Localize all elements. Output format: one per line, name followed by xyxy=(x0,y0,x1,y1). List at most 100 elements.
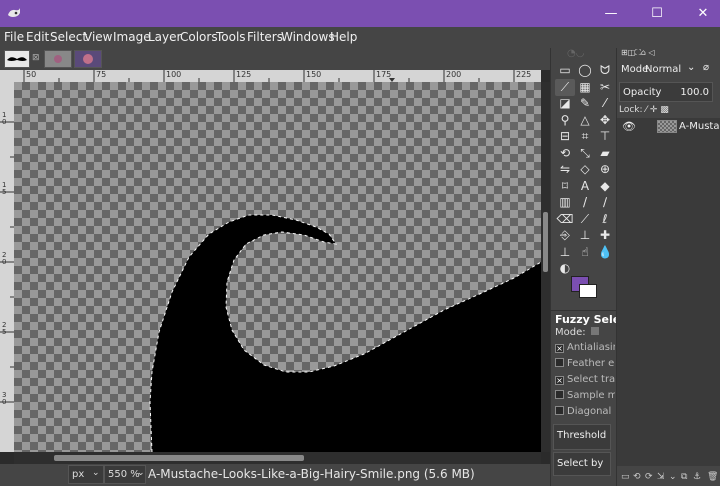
zoom-select[interactable]: 550 % ⌄ xyxy=(104,465,146,484)
menu-layer[interactable]: Layer xyxy=(148,30,181,44)
close-button[interactable]: ✕ xyxy=(680,0,720,27)
select-transparent-option[interactable]: ×Select transparent xyxy=(555,374,615,389)
lock-position-icon[interactable]: ✛ xyxy=(650,105,658,115)
menu-file[interactable]: File xyxy=(4,30,24,44)
diagonal-label: Diagonal neighbors xyxy=(567,406,615,417)
menu-colors[interactable]: Colors xyxy=(180,30,218,44)
threshold-field[interactable]: Threshold xyxy=(553,424,611,450)
menu-image[interactable]: Image xyxy=(113,30,151,44)
blur-tool-icon[interactable]: 💧 xyxy=(595,244,615,261)
bucket-fill-tool-icon[interactable]: ◆ xyxy=(595,178,615,195)
fuzzy-select-tool-icon[interactable]: ⟋ xyxy=(555,78,575,96)
close-tab-icon[interactable]: ⊠ xyxy=(32,53,40,63)
image-tabs: ⊠ xyxy=(0,48,550,70)
select-by-field[interactable]: Select by xyxy=(553,452,611,476)
text-tool-icon[interactable]: A xyxy=(575,178,595,195)
lock-pixels-icon[interactable]: ⁄ xyxy=(645,105,647,115)
antialiasing-option[interactable]: ×Antialiasing xyxy=(555,342,615,357)
unit-select[interactable]: px ⌄ xyxy=(68,465,104,484)
pencil-tool-icon[interactable]: / xyxy=(575,194,595,211)
vertical-scrollbar[interactable] xyxy=(541,82,550,452)
maximize-button[interactable]: ☐ xyxy=(634,0,680,27)
paths-tool-icon[interactable]: ✎ xyxy=(575,95,595,112)
eye-icon[interactable]: 👁 xyxy=(622,120,636,133)
mode-replace-icon[interactable] xyxy=(590,327,599,335)
free-select-tool-icon[interactable]: ᗢ xyxy=(595,62,615,79)
export-icon[interactable]: ⇲ xyxy=(657,472,665,482)
select-transparent-label: Select transparent xyxy=(567,374,615,385)
ellipse-select-tool-icon[interactable]: ◯ xyxy=(575,62,595,79)
undo-icon[interactable]: ⟲ xyxy=(633,472,641,482)
mustache-thumbnail-icon xyxy=(7,57,27,61)
diagonal-option[interactable]: Diagonal neighbors xyxy=(555,406,615,421)
zoom-tool-icon[interactable]: ⚲ xyxy=(555,112,575,129)
reset-mode-icon[interactable]: ⌀ xyxy=(703,62,709,73)
image-canvas[interactable] xyxy=(14,82,541,452)
status-filename: A-Mustache-Looks-Like-a-Big-Hairy-Smile.… xyxy=(148,467,475,481)
layer-row[interactable]: 👁 A-Mustache xyxy=(617,118,720,136)
dock-tabs[interactable]: ⊞◫⛶⌂ ◁ xyxy=(617,48,720,60)
ink-tool-icon[interactable]: ℓ xyxy=(595,211,615,228)
new-layer-icon[interactable]: ▭ xyxy=(621,472,630,482)
smudge-tool-icon[interactable]: ☝ xyxy=(575,244,595,261)
lock-row: Lock: ⁄ ✛ ▩ xyxy=(619,105,719,117)
scale-tool-icon[interactable]: ⤡ xyxy=(575,145,595,162)
shear-tool-icon[interactable]: ▰ xyxy=(595,145,615,162)
chevron-down-icon[interactable]: ⌄ xyxy=(669,472,677,482)
mode-row: Mode: xyxy=(555,327,615,342)
perspective-clone-tool-icon[interactable]: ⊥ xyxy=(555,244,575,261)
ruler-label: 125 xyxy=(236,70,252,79)
cage-tool-icon[interactable]: ⌑ xyxy=(555,178,575,195)
checkbox-icon xyxy=(555,358,564,367)
unit-value: px xyxy=(72,469,85,480)
align-tool-icon[interactable]: ⊟ xyxy=(555,128,575,145)
opacity-field[interactable]: Opacity 100.0 xyxy=(619,82,713,102)
duplicate-icon[interactable]: ⧉ xyxy=(681,472,687,482)
color-select-tool-icon[interactable]: ▦ xyxy=(575,79,595,96)
rotate-tool-icon[interactable]: ⟲ xyxy=(555,145,575,162)
checkbox-icon: × xyxy=(555,376,564,385)
warp-tool-icon[interactable]: ⊕ xyxy=(595,161,615,178)
foreground-select-tool-icon[interactable]: ◪ xyxy=(555,95,575,112)
sample-merged-option[interactable]: Sample merged xyxy=(555,390,615,405)
redo-icon[interactable]: ⟳ xyxy=(645,472,653,482)
heal-tool-icon[interactable]: ✚ xyxy=(595,227,615,244)
dodge-burn-tool-icon[interactable]: ◐ xyxy=(555,260,575,277)
crop-tool-icon[interactable]: ⌗ xyxy=(575,128,595,145)
lock-alpha-icon[interactable]: ▩ xyxy=(660,105,669,115)
scissors-tool-icon[interactable]: ✂ xyxy=(595,79,615,96)
unified-transform-tool-icon[interactable]: ⊤ xyxy=(595,128,615,145)
menu-help[interactable]: Help xyxy=(330,30,357,44)
feather-option[interactable]: Feather edges xyxy=(555,358,615,373)
gradient-tool-icon[interactable]: ▥ xyxy=(555,194,575,211)
eraser-tool-icon[interactable]: ⌫ xyxy=(555,211,575,228)
menu-windows[interactable]: Windows xyxy=(281,30,335,44)
menu-tools[interactable]: Tools xyxy=(216,30,246,44)
anchor-icon[interactable]: ⚓ xyxy=(693,472,701,482)
delete-icon[interactable]: 🗑 xyxy=(707,472,718,482)
checkbox-icon: × xyxy=(555,344,564,353)
ruler-label: 175 xyxy=(376,70,392,79)
image-tab-2[interactable] xyxy=(44,50,72,68)
measure-tool-icon[interactable]: △ xyxy=(575,112,595,129)
airbrush-tool-icon[interactable]: ⟋ xyxy=(575,211,595,228)
menu-filters[interactable]: Filters xyxy=(247,30,283,44)
image-tab-mustache[interactable] xyxy=(4,50,30,68)
horizontal-scrollbar[interactable] xyxy=(14,452,541,464)
background-color[interactable] xyxy=(579,284,597,298)
menu-select[interactable]: Select xyxy=(50,30,87,44)
image-tab-3[interactable] xyxy=(74,50,102,68)
color-picker-tool-icon[interactable]: ⁄ xyxy=(595,95,615,112)
minimize-button[interactable]: — xyxy=(588,0,634,27)
mypaint-brush-tool-icon[interactable]: ⎆ xyxy=(555,227,575,244)
checkbox-icon xyxy=(555,390,564,399)
menu-edit[interactable]: Edit xyxy=(26,30,49,44)
clone-tool-icon[interactable]: ⊥ xyxy=(575,227,595,244)
perspective-tool-icon[interactable]: ◇ xyxy=(575,161,595,178)
paintbrush-tool-icon[interactable]: ∕ xyxy=(595,194,615,211)
flip-tool-icon[interactable]: ⇋ xyxy=(555,161,575,178)
move-tool-icon[interactable]: ✥ xyxy=(595,112,615,129)
rect-select-tool-icon[interactable]: ▭ xyxy=(555,62,575,79)
menu-view[interactable]: View xyxy=(84,30,112,44)
layer-mode-row[interactable]: Mode Normal ⌄ ⌀ xyxy=(619,62,719,78)
